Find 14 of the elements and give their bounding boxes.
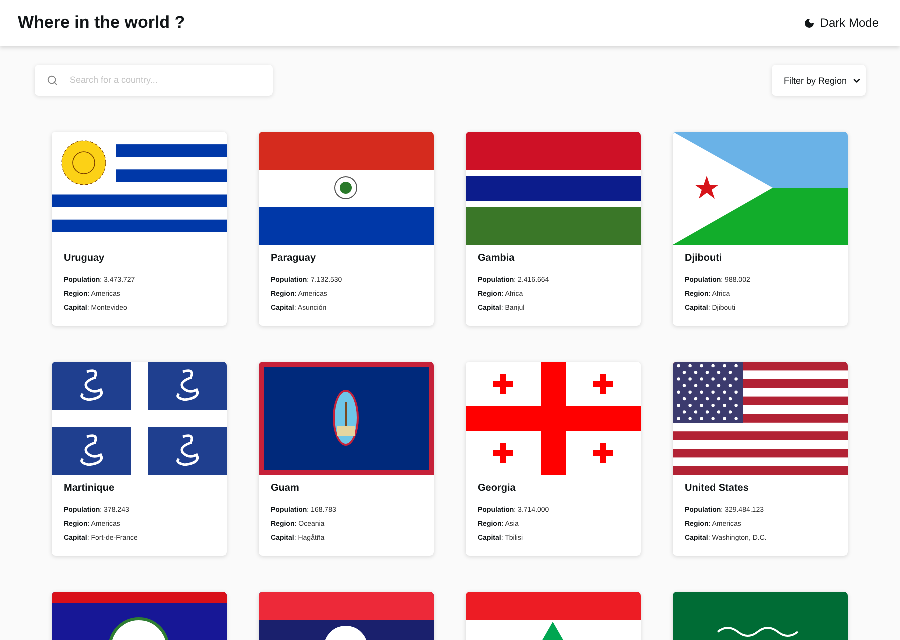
country-name: Djibouti [685, 253, 724, 264]
country-name: United States [685, 483, 750, 494]
moon-icon [804, 18, 816, 28]
country-name: Guam [271, 483, 300, 494]
dark-mode-toggle[interactable]: Dark Mode [804, 14, 879, 32]
country-name: Martinique [64, 483, 116, 494]
country-name: Georgia [478, 483, 517, 494]
search-icon [47, 74, 58, 86]
page-title: Where in the world ? [18, 13, 186, 33]
search-field[interactable]: Search for a country... [35, 64, 273, 96]
country-name: Uruguay [64, 253, 106, 264]
country-name: Paraguay [271, 253, 318, 264]
region-filter-dropdown[interactable]: Filter by Region [772, 65, 866, 96]
country-name: Gambia [478, 253, 516, 264]
